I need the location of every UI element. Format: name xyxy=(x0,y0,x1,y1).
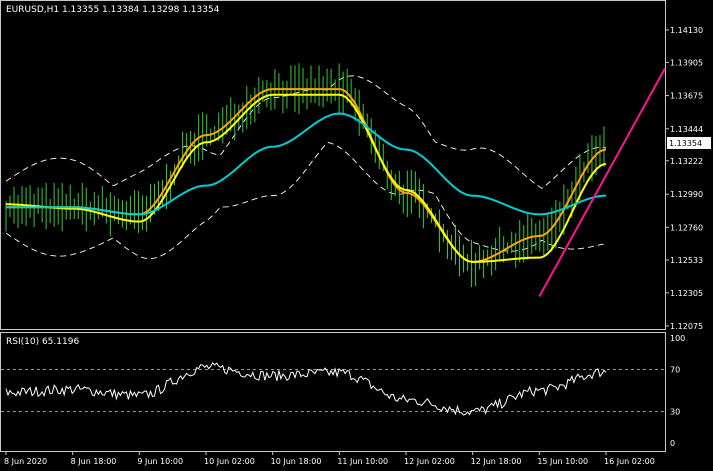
time-axis-label: 9 Jun 10:00 xyxy=(137,457,183,466)
symbol-header: EURUSD,H1 1.13355 1.13384 1.13298 1.1335… xyxy=(6,5,220,15)
chart-background xyxy=(0,0,713,471)
price-axis-label: 1.13905 xyxy=(670,58,703,67)
rsi-axis-label: 30 xyxy=(670,408,680,417)
price-axis-label: 1.14130 xyxy=(670,26,703,35)
time-axis-label: 8 Jun 18:00 xyxy=(71,457,117,466)
time-axis-label: 10 Jun 18:00 xyxy=(271,457,322,466)
price-axis-label: 1.13222 xyxy=(670,157,703,166)
time-axis-label: 12 Jun 02:00 xyxy=(404,457,455,466)
price-axis-label: 1.12990 xyxy=(670,190,703,199)
current-price-text: 1.13354 xyxy=(669,139,702,148)
price-axis-label: 1.12760 xyxy=(670,223,703,232)
trading-chart: EURUSD,H1 1.13355 1.13384 1.13298 1.1335… xyxy=(0,0,713,471)
time-axis-label: 15 Jun 10:00 xyxy=(537,457,588,466)
price-axis-label: 1.13675 xyxy=(670,92,703,101)
current-price-label: 1.13354 xyxy=(667,137,711,149)
time-axis-label: 10 Jun 02:00 xyxy=(204,457,255,466)
rsi-axis-label: 70 xyxy=(670,366,680,375)
rsi-axis-label: 100 xyxy=(670,334,685,343)
time-axis-label: 11 Jun 10:00 xyxy=(337,457,388,466)
price-axis-label: 1.13444 xyxy=(670,125,703,134)
rsi-header: RSI(10) 65.1196 xyxy=(6,337,79,347)
price-axis-label: 1.12305 xyxy=(670,289,703,298)
price-axis-label: 1.12075 xyxy=(670,322,703,331)
time-axis-label: 12 Jun 18:00 xyxy=(471,457,522,466)
price-axis-label: 1.12533 xyxy=(670,256,703,265)
time-axis-label: 16 Jun 02:00 xyxy=(604,457,655,466)
rsi-axis-label: 0 xyxy=(670,439,675,448)
time-axis-label: 8 Jun 2020 xyxy=(4,457,47,466)
